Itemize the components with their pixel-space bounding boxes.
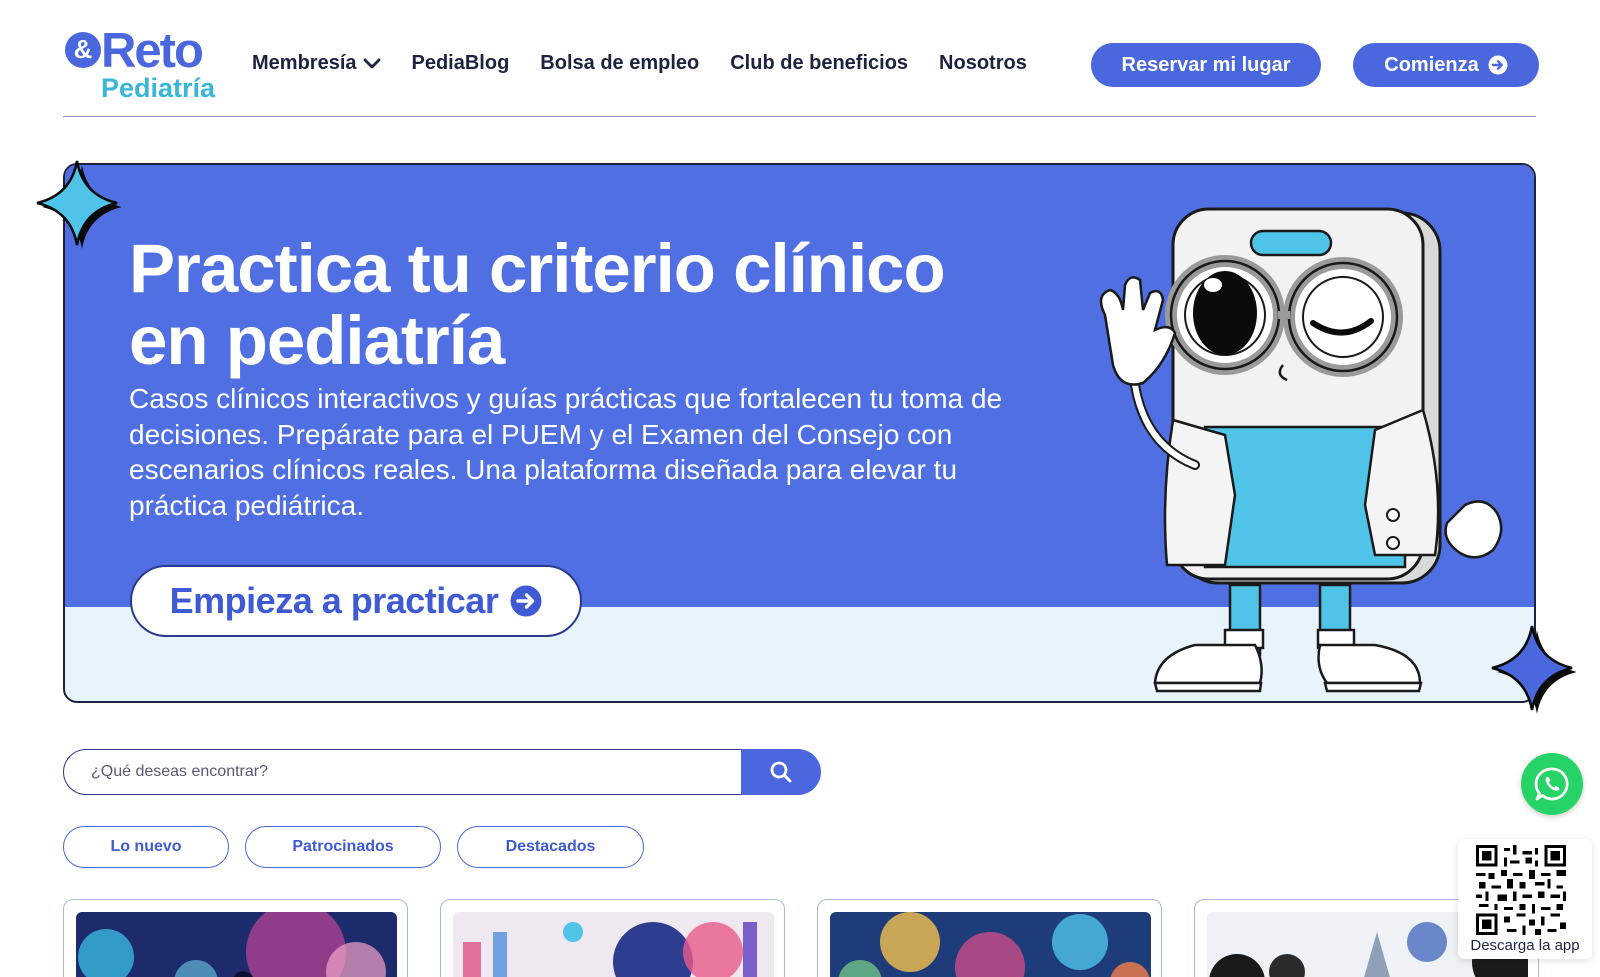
filter-destacados[interactable]: Destacados (457, 826, 644, 868)
start-button[interactable]: Comienza (1353, 43, 1539, 87)
hero-banner: Practica tu criterio clínico en pediatrí… (63, 163, 1536, 703)
filter-chips: Lo nuevo Patrocinados Destacados (63, 826, 660, 868)
site-header: & Reto Pediatría Membresía PediaBlog Bol… (63, 0, 1539, 117)
nav-item-club-de-beneficios[interactable]: Club de beneficios (730, 52, 908, 75)
nav-item-label: Club de beneficios (730, 52, 909, 74)
reserve-spot-label: Reservar mi lugar (1121, 53, 1291, 76)
reserve-spot-button[interactable]: Reservar mi lugar (1091, 43, 1321, 87)
phone-mascot-illustration (1099, 207, 1503, 693)
hero-subtitle: Casos clínicos interactivos y guías prác… (129, 381, 1029, 523)
nav-item-label: Nosotros (939, 52, 1027, 74)
hero-title: Practica tu criterio clínico en pediatrí… (129, 233, 1029, 377)
hero-subtitle-line: Casos clínicos interactivos y guías prác… (129, 383, 1003, 414)
hero-title-line: Practica tu criterio clínico (129, 230, 946, 307)
nav-item-bolsa-de-empleo[interactable]: Bolsa de empleo (540, 52, 699, 75)
nav-item-pediablog[interactable]: PediaBlog (412, 52, 510, 75)
hero-subtitle-line: escenarios clínicos reales. Una platafor… (129, 454, 958, 485)
content-card[interactable] (440, 899, 785, 977)
content-card[interactable] (817, 899, 1162, 977)
sparkle-icon (36, 160, 121, 249)
sparkle-icon (1491, 625, 1576, 714)
logo-wordmark-bottom: Pediatría (101, 73, 216, 103)
nav-item-membresia[interactable]: Membresía (252, 52, 381, 75)
download-app-qr[interactable]: Descarga la app (1458, 839, 1592, 959)
chevron-down-icon (363, 58, 380, 68)
arrow-circle-right-icon (1488, 55, 1508, 75)
qr-code-icon (1476, 845, 1566, 935)
whatsapp-button[interactable] (1521, 753, 1583, 815)
filter-label: Patrocinados (292, 838, 394, 855)
ampersand-logo-icon: & (65, 32, 101, 68)
svg-text:&: & (74, 34, 93, 64)
start-practicing-label: Empieza a practicar (169, 580, 499, 621)
logo-wordmark-top: Reto (101, 24, 204, 78)
download-app-label: Descarga la app (1470, 937, 1580, 954)
reto-pediatria-logo[interactable]: & Reto Pediatría (63, 26, 223, 106)
search-button[interactable] (741, 749, 821, 795)
card-thumbnail-image (76, 912, 397, 977)
filter-patrocinados[interactable]: Patrocinados (245, 826, 441, 868)
nav-item-label: PediaBlog (411, 52, 510, 74)
filter-label: Destacados (505, 838, 596, 855)
nav-item-nosotros[interactable]: Nosotros (939, 52, 1027, 75)
filter-lo-nuevo[interactable]: Lo nuevo (63, 826, 229, 868)
search-bar (63, 749, 821, 795)
start-practicing-button[interactable]: Empieza a practicar (130, 565, 582, 637)
card-thumbnail-image (453, 912, 774, 977)
hero-title-line: en pediatría (129, 302, 505, 379)
nav-item-label: Bolsa de empleo (540, 52, 700, 74)
start-label: Comienza (1384, 53, 1479, 76)
search-icon (770, 761, 792, 783)
arrow-circle-right-icon (510, 585, 542, 617)
content-card[interactable] (63, 899, 408, 977)
search-input[interactable] (63, 749, 753, 795)
filter-label: Lo nuevo (110, 838, 182, 855)
whatsapp-icon (1534, 767, 1569, 801)
nav-item-label: Membresía (252, 52, 357, 74)
card-thumbnail-image (830, 912, 1151, 977)
main-nav: Membresía PediaBlog Bolsa de empleo Club… (252, 52, 1058, 75)
hero-subtitle-line: decisiones. Prepárate para el PUEM y el … (129, 418, 953, 450)
hero-subtitle-line: práctica pediátrica. (129, 489, 365, 521)
